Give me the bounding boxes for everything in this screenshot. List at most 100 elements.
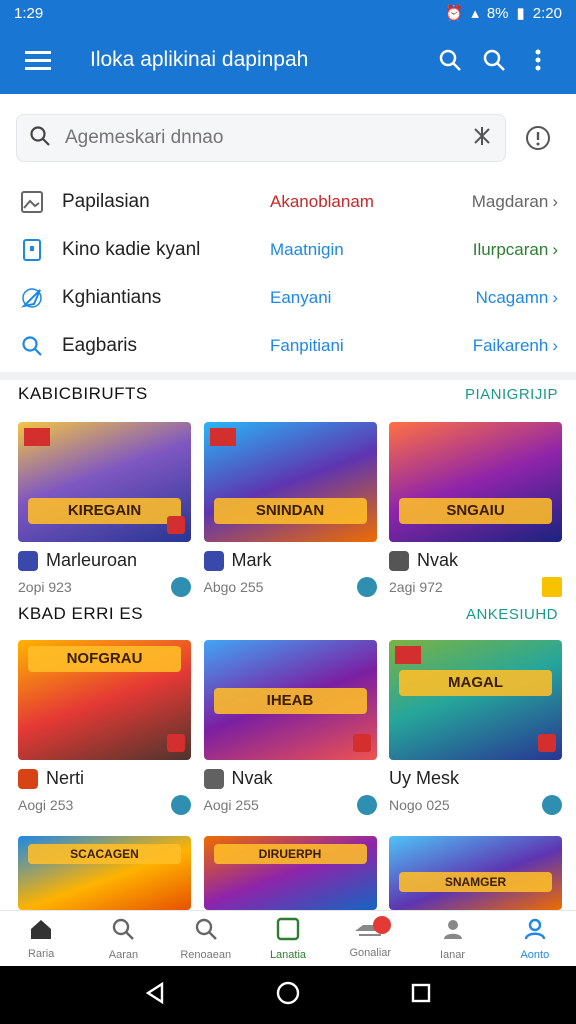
system-navigation (0, 966, 576, 1024)
game-card[interactable]: IHEAB Nvak Aogi 255 (203, 640, 377, 815)
game-card[interactable]: MAGAL Uy Mesk Nogo 025 (389, 640, 562, 815)
game-thumbnail[interactable]: MAGAL (389, 640, 562, 760)
nav-games[interactable]: Gonaliar (329, 911, 411, 966)
app-bar: Iloka aplikinai dapinpah (0, 26, 576, 94)
refresh-icon[interactable] (356, 577, 377, 597)
nav-user[interactable]: Ianar (411, 911, 493, 966)
section-title: KBAD ERRI ES (18, 604, 144, 623)
game-meta: Aogi 253 (18, 797, 74, 813)
game-banner: SNINDAN (213, 498, 367, 524)
section-link[interactable]: PIANIGRIJIP (465, 386, 558, 403)
nav-home[interactable]: Raria (0, 911, 82, 966)
flag-badge (24, 428, 50, 446)
home-icon (29, 918, 53, 945)
compass-icon (18, 284, 46, 312)
warning-icon[interactable] (542, 577, 562, 597)
nav-label: Lanatia (269, 948, 307, 961)
nav-label: Ianar (440, 948, 466, 961)
app-title: Iloka aplikinai dapinpah (90, 48, 309, 71)
refresh-icon[interactable] (356, 795, 377, 815)
menu-icon[interactable] (16, 38, 60, 82)
menu-end[interactable]: Magdaran › (472, 192, 558, 212)
game-thumbnail[interactable]: SNGAIU (389, 422, 562, 542)
more-vert-icon[interactable] (516, 38, 560, 82)
menu-end-label: Faikarenh (472, 336, 549, 355)
alarm-icon: ⏰ (444, 5, 464, 22)
game-card[interactable]: NOFGRAU Nerti Aogi 253 (18, 640, 191, 815)
home-button-icon[interactable] (276, 981, 300, 1010)
game-meta: Aogi 255 (203, 797, 259, 813)
game-icon (203, 550, 224, 571)
menu-label: Eagbaris (62, 335, 137, 356)
game-card[interactable]: SCACAGEN (18, 836, 191, 910)
account-icon (523, 917, 547, 946)
game-name: Uy Mesk (389, 768, 460, 788)
game-thumbnail[interactable]: IHEAB (203, 640, 377, 760)
game-card[interactable]: KIREGAIN Marleuroan 2opi 923 (18, 422, 191, 597)
corner-badge (352, 734, 371, 752)
filter-icon[interactable] (471, 125, 493, 152)
game-thumbnail[interactable]: SCACAGEN (18, 836, 191, 910)
menu-row[interactable]: Kino kadie kyanl Maatnigin Ilurpcaran › (0, 226, 576, 274)
menu-end[interactable]: Ilurpcaran › (473, 240, 558, 260)
info-icon[interactable] (516, 116, 560, 160)
section-header: KABICBIRUFTS PIANIGRIJIP (18, 382, 558, 406)
quick-menu: Papilasian Akanoblanam Magdaran › Kino ka… (0, 178, 576, 370)
banner-text: SNAMGER (444, 875, 507, 889)
menu-row[interactable]: Papilasian Akanoblanam Magdaran › (0, 178, 576, 226)
game-name: Nvak (417, 550, 459, 570)
search-bar (0, 104, 576, 172)
nav-label: Gonaliar (349, 946, 392, 959)
banner-text: NOFGRAU (66, 650, 143, 667)
section-title: KABICBIRUFTS (18, 384, 148, 403)
nav-account[interactable]: Aonto (494, 911, 576, 966)
nav-label: Aaran (108, 948, 139, 961)
refresh-icon[interactable] (171, 577, 191, 597)
game-card[interactable]: DIRUERPH (203, 836, 377, 910)
search-icon[interactable] (428, 38, 472, 82)
menu-end[interactable]: Ncagamn › (476, 288, 558, 308)
section-link[interactable]: ANKESIUHD (466, 606, 558, 623)
status-clock: 2:20 (532, 4, 562, 22)
back-icon[interactable] (145, 981, 165, 1009)
game-thumbnail[interactable]: SNINDAN (203, 422, 377, 542)
nav-library[interactable]: Lanatia (247, 911, 329, 966)
corner-badge (538, 734, 556, 752)
banner-text: DIRUERPH (258, 847, 322, 861)
banner-text: SCACAGEN (70, 847, 139, 861)
status-bar: 1:29 ⏰ ▴ 8% ▮ 2:20 (0, 0, 576, 26)
menu-end-label: Ncagamn (475, 288, 549, 307)
search-icon (29, 125, 51, 152)
game-thumbnail[interactable]: DIRUERPH (203, 836, 377, 910)
game-thumbnail[interactable]: SNAMGER (389, 836, 562, 910)
menu-end[interactable]: Faikarenh › (473, 336, 558, 356)
nav-search-2[interactable]: Renoaean (165, 911, 247, 966)
menu-middle[interactable]: Fanpitiani (270, 336, 473, 356)
nav-label: Aonto (520, 948, 550, 961)
game-card[interactable]: SNAMGER (389, 836, 562, 910)
search-input[interactable] (65, 127, 471, 149)
game-meta: Abgo 255 (203, 579, 264, 595)
refresh-icon[interactable] (542, 795, 562, 815)
banner-text: SNINDAN (255, 502, 325, 519)
menu-middle[interactable]: Maatnigin (270, 240, 473, 260)
refresh-icon[interactable] (171, 795, 191, 815)
menu-middle[interactable]: Akanoblanam (270, 192, 472, 212)
game-thumbnail[interactable]: NOFGRAU (18, 640, 191, 760)
bottom-navigation: Raria Aaran Renoaean Lanatia Gonaliar Ia… (0, 910, 576, 966)
game-card[interactable]: SNINDAN Mark Abgo 255 (203, 422, 377, 597)
recents-icon[interactable] (411, 983, 431, 1008)
menu-middle[interactable]: Eanyani (270, 288, 476, 308)
corner-badge (167, 516, 185, 534)
game-name: Nvak (231, 768, 273, 788)
nav-search[interactable]: Aaran (82, 911, 164, 966)
search-icon[interactable] (472, 38, 516, 82)
menu-row[interactable]: Eagbaris Fanpitiani Faikarenh › (0, 322, 576, 370)
game-thumbnail[interactable]: KIREGAIN (18, 422, 191, 542)
game-card[interactable]: SNGAIU Nvak 2agi 972 (389, 422, 562, 597)
status-time: 1:29 (14, 4, 44, 22)
flag-badge (209, 428, 236, 446)
game-name: Mark (231, 550, 272, 570)
menu-row[interactable]: Kghiantians Eanyani Ncagamn › (0, 274, 576, 322)
game-banner: SCACAGEN (28, 844, 181, 864)
